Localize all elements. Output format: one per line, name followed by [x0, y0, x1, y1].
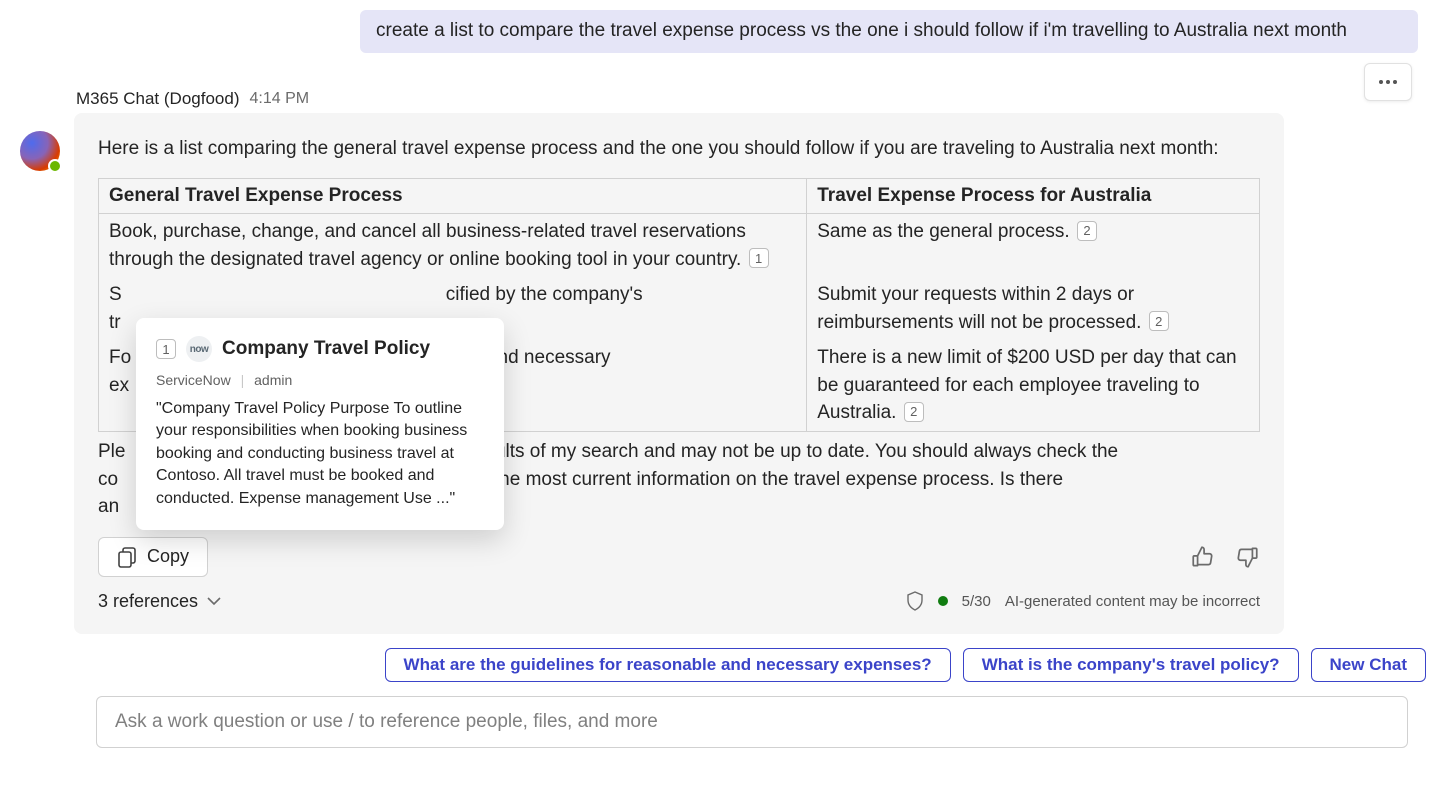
suggestion-chip[interactable]: What is the company's travel policy?: [963, 648, 1299, 682]
table-header-col2: Travel Expense Process for Australia: [807, 179, 1260, 214]
suggested-prompts: What are the guidelines for reasonable a…: [20, 648, 1428, 682]
copy-button[interactable]: Copy: [98, 537, 208, 577]
citation-tooltip: 1 now Company Travel Policy ServiceNow |…: [136, 318, 504, 530]
bot-timestamp: 4:14 PM: [249, 90, 309, 108]
citation-title[interactable]: Company Travel Policy: [222, 338, 430, 360]
response-footer-meta: 5/30 AI-generated content may be incorre…: [906, 591, 1260, 611]
thumbs-up-icon: [1190, 544, 1216, 570]
citation-badge[interactable]: 2: [1149, 311, 1169, 331]
citation-badge[interactable]: 1: [749, 248, 769, 268]
citation-badge[interactable]: 2: [1077, 221, 1097, 241]
presence-available-icon: [48, 159, 62, 173]
thumbs-down-button[interactable]: [1234, 544, 1260, 570]
cell-text-fragment: ex: [109, 375, 129, 396]
bot-name: M365 Chat (Dogfood): [76, 89, 239, 109]
citation-author: admin: [254, 372, 292, 388]
bot-avatar: [20, 131, 60, 171]
message-input[interactable]: Ask a work question or use / to referenc…: [96, 696, 1408, 748]
disclaimer-fragment: co: [98, 469, 118, 490]
thumbs-down-icon: [1234, 544, 1260, 570]
bot-message-header: M365 Chat (Dogfood) 4:14 PM: [20, 89, 1428, 109]
usage-count: 5/30: [962, 593, 991, 610]
copy-icon: [117, 546, 137, 568]
cell-text-fragment: cified by the company's: [446, 284, 643, 305]
suggestion-chip[interactable]: What are the guidelines for reasonable a…: [385, 648, 951, 682]
table-row: Book, purchase, change, and cancel all b…: [99, 214, 1260, 278]
more-icon: [1378, 79, 1398, 85]
references-toggle[interactable]: 3 references: [98, 591, 222, 612]
cell-text-fragment: S: [109, 284, 122, 305]
shield-icon: [906, 591, 924, 611]
ai-notice: AI-generated content may be incorrect: [1005, 593, 1260, 610]
disclaimer-fragment: an: [98, 496, 119, 517]
status-dot-icon: [938, 596, 948, 606]
disclaimer-fragment: tment for the most current information o…: [414, 469, 1063, 490]
thumbs-up-button[interactable]: [1190, 544, 1216, 570]
user-message: create a list to compare the travel expe…: [360, 10, 1418, 53]
new-chat-button[interactable]: New Chat: [1311, 648, 1426, 682]
cell-text: Same as the general process.: [817, 221, 1069, 242]
disclaimer-fragment: Ple: [98, 441, 125, 462]
citation-number: 1: [156, 339, 176, 359]
references-label: 3 references: [98, 591, 198, 612]
cell-text: Submit your requests within 2 days or re…: [817, 284, 1141, 333]
chevron-down-icon: [206, 596, 222, 606]
cell-text: Book, purchase, change, and cancel all b…: [109, 221, 746, 270]
table-header-col1: General Travel Expense Process: [99, 179, 807, 214]
cell-text-fragment: Fo: [109, 347, 131, 368]
citation-excerpt: "Company Travel Policy Purpose To outlin…: [156, 398, 484, 510]
citation-source: ServiceNow: [156, 372, 231, 388]
cell-text-fragment: tr: [109, 312, 121, 333]
servicenow-icon: now: [186, 336, 212, 362]
more-options-button[interactable]: [1364, 63, 1412, 101]
cell-text: There is a new limit of $200 USD per day…: [817, 347, 1236, 423]
disclaimer-fragment: n the results of my search and may not b…: [421, 441, 1118, 462]
copy-label: Copy: [147, 546, 189, 567]
response-intro: Here is a list comparing the general tra…: [98, 135, 1260, 163]
citation-badge[interactable]: 2: [904, 402, 924, 422]
